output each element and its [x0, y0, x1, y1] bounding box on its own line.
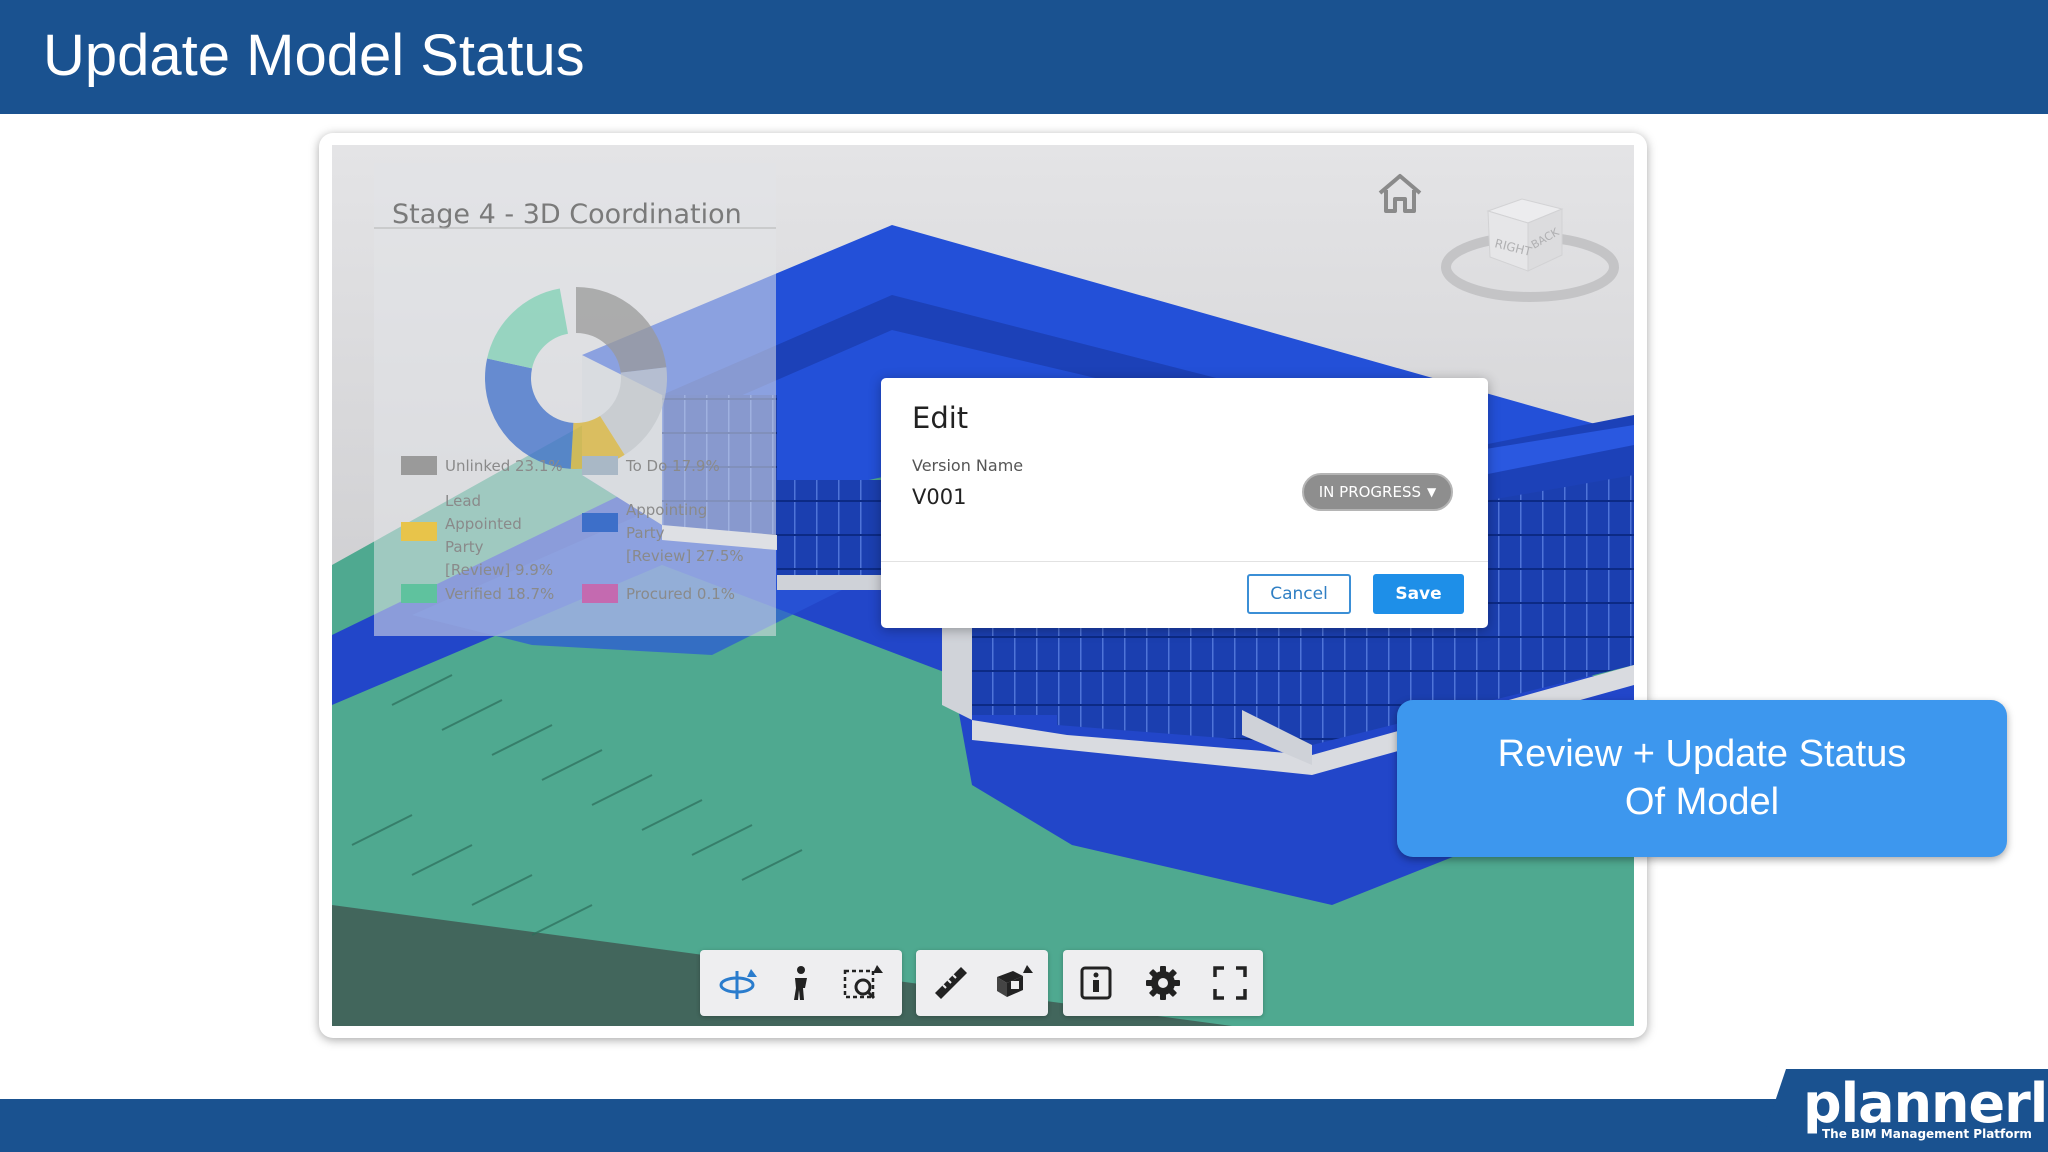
- legend-item-appointing: Appointing Party [Review] 27.5%: [582, 499, 744, 568]
- legend-label: Verified 18.7%: [445, 585, 555, 603]
- view-cube[interactable]: RIGHT BACK: [1440, 185, 1630, 305]
- legend-label: To Do 17.9%: [626, 457, 720, 475]
- legend-item-lead-appointed: Lead Appointed Party [Review] 9.9%: [401, 490, 553, 582]
- toolbar-settings-group: [1063, 950, 1263, 1016]
- stats-panel-title: Stage 4 - 3D Coordination: [392, 199, 742, 230]
- zoom-window-button[interactable]: [832, 950, 894, 1016]
- section-box-icon: [997, 965, 1033, 997]
- edit-version-dialog: Edit Version Name V001 IN PROGRESS ▼ Can…: [881, 378, 1488, 628]
- legend-swatch: [401, 522, 437, 541]
- fullscreen-button[interactable]: [1199, 950, 1261, 1016]
- bim-viewer[interactable]: Stage 4 - 3D Coordination Unlinked 23.1%…: [332, 145, 1634, 1026]
- measure-icon: [935, 967, 967, 999]
- toolbar-tools-group: [916, 950, 1048, 1016]
- legend-item-procured: Procured 0.1%: [582, 583, 735, 606]
- callout-text: Review + Update Status Of Model: [1497, 733, 1907, 823]
- orbit-icon: [719, 969, 757, 999]
- legend-swatch: [401, 584, 437, 603]
- legend-swatch: [582, 456, 618, 475]
- info-button[interactable]: [1065, 950, 1127, 1016]
- measure-button[interactable]: [920, 950, 982, 1016]
- status-dropdown[interactable]: IN PROGRESS ▼: [1302, 473, 1453, 511]
- settings-button[interactable]: [1132, 950, 1194, 1016]
- legend-swatch: [582, 513, 618, 532]
- stage-stats-panel: Stage 4 - 3D Coordination Unlinked 23.1%…: [374, 163, 776, 636]
- save-button[interactable]: Save: [1373, 574, 1464, 614]
- settings-icon: [1146, 966, 1180, 1000]
- status-donut-chart: [485, 287, 667, 469]
- legend-label: Lead Appointed Party [Review] 9.9%: [445, 492, 554, 579]
- legend-label: Appointing Party [Review] 27.5%: [626, 501, 744, 565]
- legend-item-verified: Verified 18.7%: [401, 583, 554, 606]
- home-icon[interactable]: [1375, 171, 1425, 217]
- zoom-window-icon: [843, 965, 883, 1000]
- legend-label: Procured 0.1%: [626, 585, 736, 603]
- dialog-divider: [881, 561, 1488, 562]
- orbit-button[interactable]: [708, 950, 770, 1016]
- status-dropdown-value: IN PROGRESS: [1318, 483, 1422, 501]
- walk-button[interactable]: [770, 950, 832, 1016]
- callout-box: Review + Update Status Of Model: [1397, 700, 2007, 857]
- footer-bar: [0, 1099, 2048, 1152]
- info-icon: [1080, 966, 1112, 1000]
- legend-item-to-do: To Do 17.9%: [582, 455, 720, 478]
- version-name-field[interactable]: V001: [912, 485, 966, 509]
- logo-tagline: The BIM Management Platform: [1822, 1127, 2032, 1141]
- legend-swatch: [401, 456, 437, 475]
- slide-title: Update Model Status: [43, 23, 585, 88]
- fullscreen-icon: [1213, 966, 1247, 1000]
- legend-label: Unlinked 23.1%: [445, 457, 563, 475]
- section-box-button[interactable]: [982, 950, 1044, 1016]
- legend-item-unlinked: Unlinked 23.1%: [401, 455, 563, 478]
- stats-divider: [374, 227, 776, 229]
- dialog-title: Edit: [912, 401, 969, 435]
- caret-down-icon: ▼: [1427, 485, 1437, 499]
- toolbar-navigation-group: [700, 950, 902, 1016]
- cancel-button[interactable]: Cancel: [1247, 574, 1351, 614]
- version-name-label: Version Name: [912, 456, 1024, 475]
- legend-swatch: [582, 584, 618, 603]
- plannerly-logo: plannerly: [1803, 1072, 2048, 1135]
- walk-icon: [794, 966, 807, 1000]
